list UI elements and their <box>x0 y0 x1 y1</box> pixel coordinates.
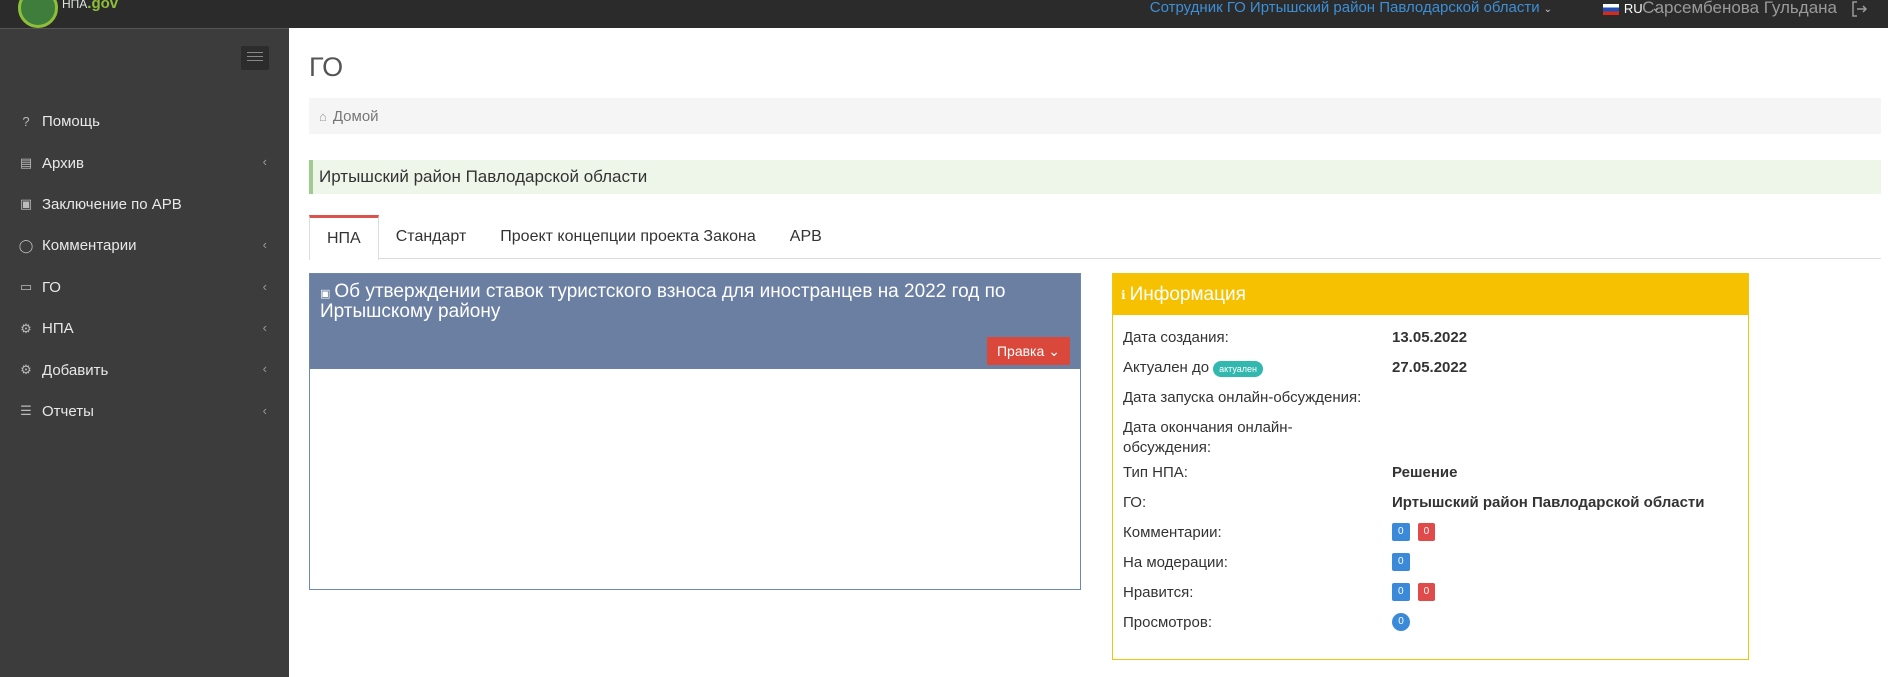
likes-count-badge[interactable]: 0 <box>1392 583 1410 601</box>
moderation-count-badge[interactable]: 0 <box>1392 553 1410 571</box>
gift-icon: ▣ <box>320 288 331 300</box>
main-content: ГО ⌂ Домой Иртышский район Павлодарской … <box>289 28 1888 677</box>
russia-flag-icon <box>1602 3 1619 15</box>
home-icon: ⌂ <box>319 108 327 124</box>
chevron-down-icon: ⌄ <box>1048 342 1060 359</box>
info-row-discussion-end: Дата окончания онлайн-обсуждения: <box>1123 419 1293 456</box>
logo-text: НПА.gov <box>62 0 119 12</box>
chevron-left-icon: ‹ <box>262 237 267 253</box>
comments-negative-badge[interactable]: 0 <box>1417 523 1436 541</box>
npa-panel: ▣ Об утверждении ставок туристского взнос… <box>309 273 1081 590</box>
info-panel: ℹ Информация Дата создания: 13.05.2022 А… <box>1112 273 1749 660</box>
page-title: ГО <box>309 52 344 82</box>
info-row-discussion-start: Дата запуска онлайн-обсуждения: <box>1123 389 1362 406</box>
sidebar-item-go[interactable]: ▭ ГО ‹ <box>0 267 289 308</box>
chevron-left-icon: ‹ <box>262 402 267 418</box>
username[interactable]: Сарсембенова Гульдана <box>1642 0 1837 18</box>
sidebar-item-reports[interactable]: ☰ Отчеты ‹ <box>0 391 289 432</box>
logout-icon[interactable] <box>1850 0 1870 18</box>
comments-count-badge[interactable]: 0 <box>1392 523 1410 541</box>
breadcrumb-home-link[interactable]: Домой <box>333 108 379 125</box>
comment-icon: ◯ <box>18 237 34 253</box>
tab-law-concept[interactable]: Проект концепции проекта Закона <box>483 215 773 259</box>
sidebar: ? Помощь ▤ Архив ‹ ▣ Заключение по АРВ ◯… <box>0 28 289 677</box>
chevron-left-icon: ‹ <box>262 361 267 377</box>
sidebar-item-archive[interactable]: ▤ Архив ‹ <box>0 142 289 183</box>
sidebar-item-npa[interactable]: ⚙ НПА ‹ <box>0 308 289 349</box>
sidebar-item-help[interactable]: ? Помощь <box>0 101 289 142</box>
info-icon: ℹ <box>1121 287 1126 302</box>
info-rows: Дата создания: 13.05.2022 Актуален до акт… <box>1113 315 1748 638</box>
gear-icon: ⚙ <box>20 362 32 378</box>
gear-icon: ⚙ <box>20 320 32 336</box>
info-row-views: Просмотров: 0 <box>1113 608 1748 638</box>
top-navbar: НПА.gov Сотрудник ГО Иртышский район Пав… <box>0 0 1888 28</box>
info-row-type: Тип НПА: Решение <box>1123 464 1458 481</box>
info-row-comments: Комментарии: 0 0 <box>1113 518 1748 548</box>
briefcase-icon: ▭ <box>19 279 33 295</box>
chevron-left-icon: ‹ <box>262 278 267 294</box>
npa-panel-header: ▣ Об утверждении ставок туристского взнос… <box>310 274 1080 369</box>
sidebar-toggle-button[interactable] <box>241 46 269 70</box>
org-name-alert: Иртышский район Павлодарской области <box>309 160 1881 194</box>
question-icon: ? <box>22 114 30 130</box>
tabs: НПА Стандарт Проект концепции проекта За… <box>309 215 1881 260</box>
sidebar-item-comments[interactable]: ◯ Комментарии ‹ <box>0 225 289 266</box>
side-menu: ? Помощь ▤ Архив ‹ ▣ Заключение по АРВ ◯… <box>0 101 289 432</box>
info-row-go: ГО: Иртышский район Павлодарской области <box>1123 494 1705 511</box>
npa-title: Об утверждении ставок туристского взноса… <box>320 281 1006 322</box>
info-panel-header: ℹ Информация <box>1113 274 1748 315</box>
info-row-actual: Актуален до актуален 27.05.2022 <box>1123 359 1468 377</box>
views-count-badge: 0 <box>1392 613 1410 631</box>
tab-arv[interactable]: АРВ <box>773 215 839 259</box>
info-row-likes: Нравится: 0 0 <box>1113 578 1748 608</box>
archive-icon: ▤ <box>19 155 33 171</box>
list-icon: ☰ <box>20 403 32 419</box>
clipboard-icon: ▣ <box>19 196 33 212</box>
sidebar-item-arv-conclusion[interactable]: ▣ Заключение по АРВ <box>0 184 289 225</box>
user-role-dropdown[interactable]: Сотрудник ГО Иртышский район Павлодарско… <box>1150 0 1552 18</box>
tab-standard[interactable]: Стандарт <box>379 215 484 259</box>
chevron-left-icon: ‹ <box>262 154 267 170</box>
info-row-moderation: На модерации: 0 <box>1113 548 1748 578</box>
sidebar-item-add[interactable]: ⚙ Добавить ‹ <box>0 349 289 390</box>
info-row-created: Дата создания: 13.05.2022 <box>1123 329 1468 346</box>
tab-npa[interactable]: НПА <box>309 215 379 260</box>
chevron-left-icon: ‹ <box>262 319 267 335</box>
logo-icon[interactable] <box>18 0 58 28</box>
edit-dropdown-button[interactable]: Правка ⌄ <box>986 337 1070 365</box>
chevron-down-icon: ⌄ <box>1543 4 1552 15</box>
status-badge: актуален <box>1213 361 1263 377</box>
dislikes-count-badge[interactable]: 0 <box>1417 583 1436 601</box>
breadcrumb: ⌂ Домой <box>309 98 1881 134</box>
